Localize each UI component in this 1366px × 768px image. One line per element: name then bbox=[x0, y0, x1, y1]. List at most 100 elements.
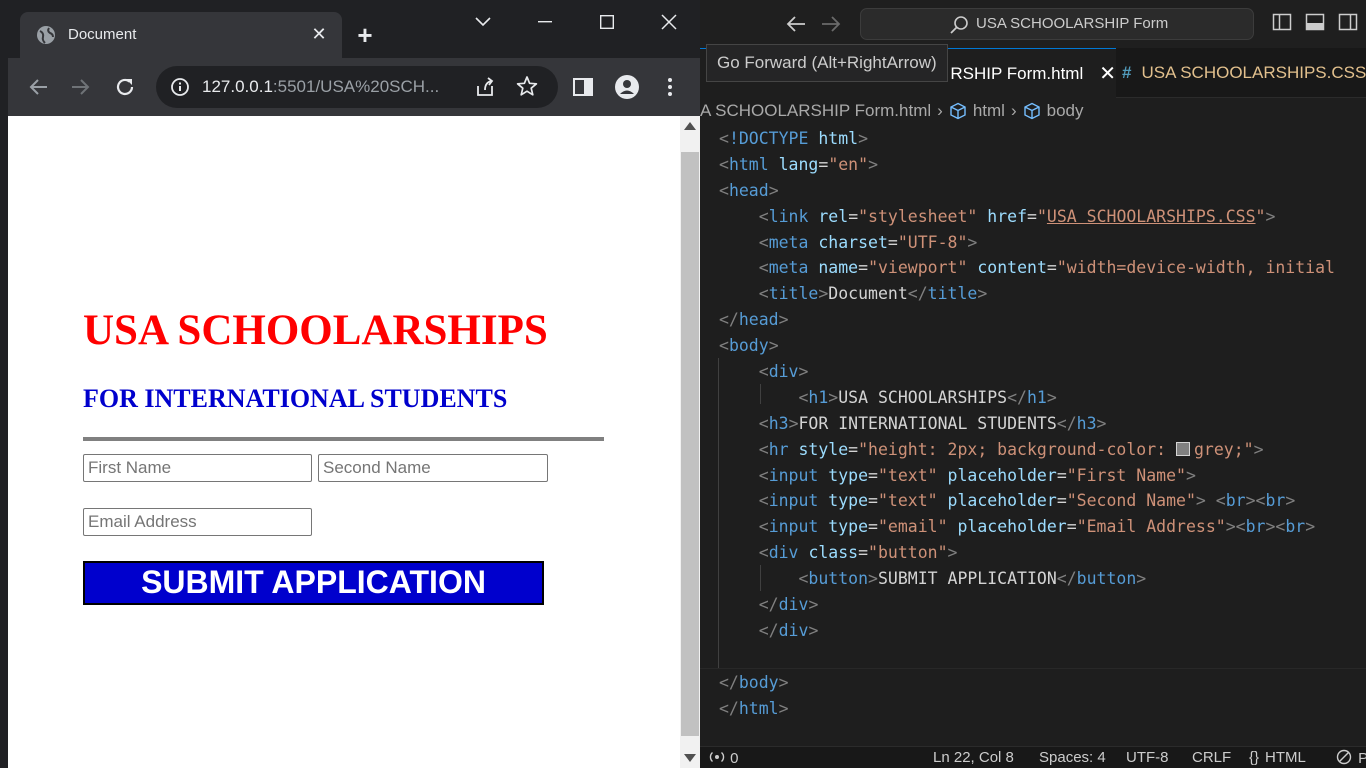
code-token: </ bbox=[719, 698, 739, 718]
submit-application-button[interactable]: SUBMIT APPLICATION bbox=[83, 561, 544, 605]
code-token: grey;" bbox=[1194, 439, 1254, 459]
reload-icon[interactable] bbox=[110, 72, 140, 102]
scrollbar-thumb[interactable] bbox=[681, 152, 699, 736]
browser-toolbar: 127.0.0.1:5501/USA%20SCH... bbox=[8, 58, 700, 116]
code-link[interactable]: USA SCHOOLARSHIPS.CSS bbox=[1047, 207, 1256, 226]
code-line[interactable]: <html lang="en"> bbox=[719, 152, 1366, 178]
color-swatch-icon[interactable] bbox=[1176, 441, 1190, 456]
tab-close-icon[interactable]: ✕ bbox=[308, 23, 330, 45]
code-line[interactable]: </body> bbox=[719, 670, 1366, 696]
code-line[interactable]: <!DOCTYPE html> bbox=[719, 126, 1366, 152]
code-token: rel bbox=[818, 206, 849, 226]
code-token: < bbox=[758, 232, 769, 252]
code-token: > bbox=[768, 336, 779, 356]
eol-status[interactable]: CRLF bbox=[1192, 749, 1231, 766]
new-tab-button[interactable]: + bbox=[352, 22, 378, 48]
first-name-field[interactable] bbox=[83, 454, 312, 482]
code-token: SUBMIT APPLICATION bbox=[877, 569, 1057, 589]
notifications-status[interactable]: P bbox=[1336, 749, 1366, 767]
code-token: "stylesheet" bbox=[858, 206, 978, 226]
code-line[interactable]: </div> bbox=[719, 592, 1366, 618]
code-line[interactable]: <input type="text" placeholder="Second N… bbox=[719, 488, 1366, 514]
code-editor[interactable]: <!DOCTYPE html> <html lang="en"> <head> <l… bbox=[719, 126, 1366, 721]
code-line[interactable]: </html> bbox=[719, 696, 1366, 722]
code-line[interactable]: <input type="email" placeholder="Email A… bbox=[719, 514, 1366, 540]
code-token: = bbox=[1027, 206, 1037, 226]
code-token: < bbox=[1215, 491, 1226, 511]
breadcrumb-file[interactable]: A SCHOOLARSHIP Form.html bbox=[700, 101, 931, 121]
scroll-down-arrow-icon[interactable] bbox=[684, 754, 696, 762]
code-token: "en" bbox=[828, 154, 869, 174]
breadcrumb-body[interactable]: body bbox=[1047, 101, 1084, 121]
cursor-position[interactable]: Ln 22, Col 8 bbox=[933, 749, 1014, 766]
tab-search-icon[interactable] bbox=[452, 0, 514, 44]
toggle-panel-icon[interactable] bbox=[1305, 12, 1325, 32]
code-line[interactable]: <input type="text" placeholder="First Na… bbox=[719, 463, 1366, 489]
share-icon[interactable] bbox=[474, 76, 496, 98]
command-center-search[interactable]: USA SCHOOLARSHIP Form bbox=[860, 8, 1254, 40]
ports-status[interactable]: 0 bbox=[708, 749, 739, 767]
maximize-button[interactable] bbox=[576, 0, 638, 44]
toggle-primary-sidebar-icon[interactable] bbox=[1272, 12, 1292, 32]
braces-icon: {} bbox=[1249, 749, 1260, 766]
side-panel-icon[interactable] bbox=[568, 72, 598, 102]
code-token: > bbox=[858, 129, 869, 148]
code-line[interactable]: </div> bbox=[719, 618, 1366, 644]
page-scrollbar[interactable] bbox=[680, 116, 700, 768]
code-token: = bbox=[818, 154, 829, 174]
code-line[interactable]: <hr style="height: 2px; background-color… bbox=[719, 437, 1366, 463]
code-token: < bbox=[758, 413, 769, 433]
code-token: USA SCHOOLARSHIPS bbox=[838, 387, 1008, 407]
horizontal-rule bbox=[83, 437, 604, 441]
code-line[interactable] bbox=[719, 644, 1366, 670]
breadcrumb-html[interactable]: html bbox=[973, 101, 1005, 121]
code-token: > bbox=[967, 232, 978, 252]
bookmark-star-icon[interactable] bbox=[516, 75, 538, 97]
code-line[interactable]: <link rel="stylesheet" href="USA SCHOOLA… bbox=[719, 204, 1366, 230]
code-line[interactable]: <h3>FOR INTERNATIONAL STUDENTS</h3> bbox=[719, 411, 1366, 437]
code-token: html bbox=[738, 698, 779, 718]
code-token: html bbox=[728, 154, 769, 174]
code-token: >< bbox=[1225, 517, 1246, 537]
back-arrow-icon[interactable] bbox=[23, 72, 53, 102]
language-mode[interactable]: {} HTML bbox=[1249, 749, 1306, 766]
menu-kebab-icon[interactable] bbox=[655, 72, 685, 102]
code-line[interactable]: <body> bbox=[719, 333, 1366, 359]
forward-arrow-icon[interactable] bbox=[66, 72, 96, 102]
indentation-status[interactable]: Spaces: 4 bbox=[1039, 749, 1106, 766]
code-line[interactable]: <div class="button"> bbox=[719, 540, 1366, 566]
code-line[interactable]: </head> bbox=[719, 307, 1366, 333]
code-token: input bbox=[768, 517, 819, 537]
code-line[interactable]: <title>Document</title> bbox=[719, 281, 1366, 307]
toggle-secondary-sidebar-icon[interactable] bbox=[1338, 12, 1358, 32]
scroll-up-arrow-icon[interactable] bbox=[684, 122, 696, 130]
encoding-status[interactable]: UTF-8 bbox=[1126, 749, 1169, 766]
close-window-button[interactable] bbox=[638, 0, 700, 44]
code-line[interactable]: <meta name="viewport" content="width=dev… bbox=[719, 255, 1366, 281]
email-field[interactable] bbox=[83, 508, 312, 536]
minimize-button[interactable] bbox=[514, 0, 576, 44]
code-line[interactable]: <button>SUBMIT APPLICATION</button> bbox=[719, 566, 1366, 592]
tab-css-file[interactable]: # USA SCHOOLARSHIPS.CSS bbox=[1122, 48, 1366, 98]
code-line[interactable]: <div> bbox=[719, 359, 1366, 385]
profile-avatar-icon[interactable] bbox=[612, 72, 642, 102]
code-line[interactable]: <meta charset="UTF-8"> bbox=[719, 230, 1366, 256]
code-token: "Second Name" bbox=[1066, 491, 1196, 511]
go-back-icon[interactable] bbox=[784, 12, 808, 36]
code-line[interactable]: <head> bbox=[719, 178, 1366, 204]
window-edge bbox=[0, 0, 8, 768]
code-line[interactable]: <h1>USA SCHOOLARSHIPS</h1> bbox=[719, 385, 1366, 411]
address-bar[interactable]: 127.0.0.1:5501/USA%20SCH... bbox=[156, 66, 558, 108]
site-info-icon[interactable] bbox=[170, 77, 190, 97]
code-token: </ bbox=[758, 620, 779, 640]
code-token: !DOCTYPE bbox=[728, 129, 809, 148]
code-token: > bbox=[977, 284, 988, 304]
tab-close-icon[interactable]: ✕ bbox=[1099, 61, 1116, 86]
go-forward-tooltip: Go Forward (Alt+RightArrow) bbox=[706, 44, 948, 82]
second-name-field[interactable] bbox=[318, 454, 548, 482]
go-forward-icon[interactable] bbox=[819, 12, 843, 36]
browser-tab-document[interactable]: Document ✕ bbox=[20, 12, 342, 58]
